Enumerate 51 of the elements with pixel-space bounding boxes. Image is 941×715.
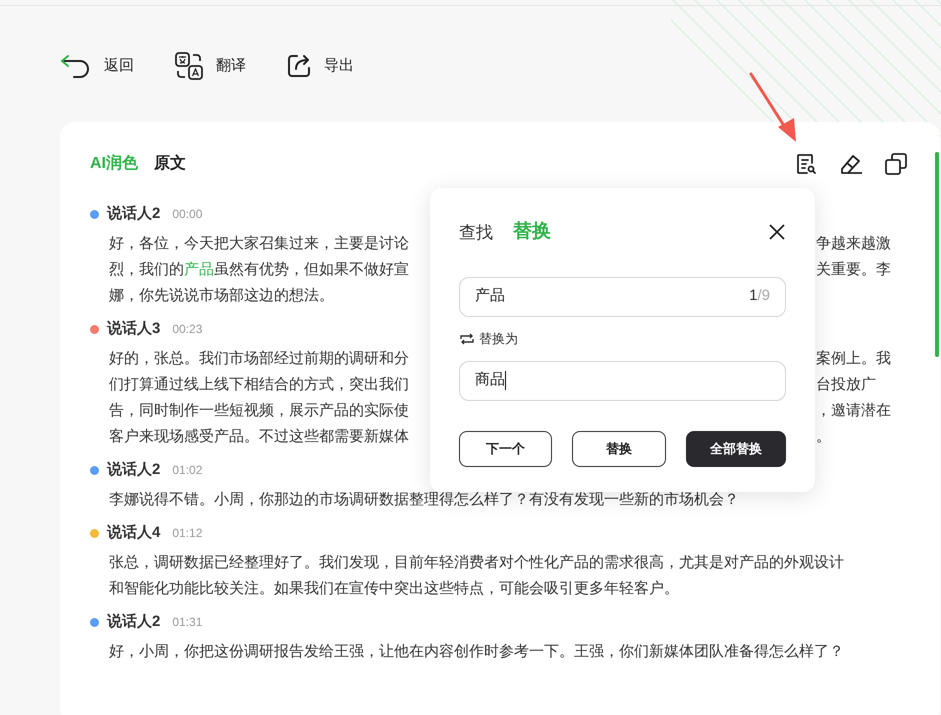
transcript-text: 李娜说得不错。小周，你那边的市场调研数据整理得怎么样了？有没有发现一些新的市场机会？ — [109, 490, 739, 510]
transcript-text: ，邀请潜在 — [816, 401, 892, 421]
timestamp: 00:00 — [172, 206, 202, 223]
transcript-text: 好的，张总。我们市场部经过前期的调研和分 — [109, 349, 409, 369]
replace-value: 商品 — [475, 370, 505, 390]
text-caret — [505, 371, 506, 390]
toolbar-button[interactable]: 返回 — [60, 54, 134, 78]
transcript-text: 告，同时制作一些短视频，展示产品的实际使 — [109, 401, 409, 421]
toolbar-button[interactable]: 导出 — [286, 53, 354, 79]
translate-icon — [174, 51, 204, 81]
copy-icon[interactable] — [884, 152, 908, 176]
transcript-text: 张总，调研数据已经整理好了。我们发现，目前年轻消费者对个性化产品的需求很高，尤其是对产品的外观设计 — [109, 553, 844, 573]
timestamp: 00:23 — [172, 321, 202, 338]
replace-input-field[interactable]: 商品 — [459, 360, 786, 400]
scrollbar-thumb[interactable] — [935, 152, 939, 357]
transcript-text: 娜，你先说说市场部这边的想法。 — [109, 286, 334, 306]
eraser-icon[interactable] — [838, 152, 864, 176]
replace-label: 替换为 — [479, 330, 518, 348]
view-tab[interactable]: 原文 — [154, 152, 186, 176]
transcript-text: 好，各位，今天把大家召集过来，主要是讨论 — [109, 234, 409, 254]
transcript-text: 。 — [816, 427, 832, 447]
timestamp: 01:02 — [172, 462, 202, 479]
dialog-button[interactable]: 替换 — [572, 430, 666, 466]
swap-icon — [459, 332, 475, 344]
speaker-name: 说话人2 — [107, 204, 160, 224]
transcript-text: 案例上。我 — [816, 349, 892, 369]
transcript-text: 客户来现场感受产品。不过这些都需要新媒体 — [109, 427, 409, 447]
document-search-icon[interactable] — [794, 152, 818, 176]
speaker-name: 说话人2 — [107, 612, 160, 632]
transcript-text: 和智能化功能比较关注。如果我们在宣传中突出这些特点，可能会吸引更多年轻客户。 — [109, 579, 679, 599]
find-value: 产品 — [475, 286, 505, 306]
transcript-text: 们打算通过线上线下相结合的方式，突出我们 — [109, 375, 409, 395]
share-icon — [286, 53, 312, 79]
match-counter: 1/9 — [749, 286, 770, 306]
transcript-text: 好，小周，你把这份调研报告发给王强，让他在内容创作时参考一下。王强，你们新媒体团队准备得怎么样了？ — [109, 642, 844, 662]
timestamp: 01:31 — [172, 614, 202, 631]
dialog-button[interactable]: 下一个 — [459, 430, 552, 466]
back-arrow-icon — [60, 54, 92, 78]
timestamp: 01:12 — [172, 525, 202, 542]
transcript-text: 争越来越激 — [816, 234, 892, 254]
dialog-tab[interactable]: 查找 — [459, 220, 493, 245]
speaker-name: 说话人3 — [107, 318, 160, 339]
find-input-field[interactable]: 产品 1/9 — [459, 276, 786, 316]
dialog-button[interactable]: 全部替换 — [686, 430, 786, 466]
close-icon[interactable] — [768, 223, 786, 242]
toolbar-button[interactable]: 翻译 — [174, 51, 246, 81]
speaker-name: 说话人4 — [107, 522, 160, 543]
speaker-name: 说话人2 — [107, 460, 160, 480]
transcript-text: 烈，我们的产品虽然有优势，但如果不做好宣 — [109, 260, 409, 280]
transcript-text: 台投放广 — [816, 375, 877, 395]
transcript-text: 关重要。李 — [816, 260, 892, 280]
